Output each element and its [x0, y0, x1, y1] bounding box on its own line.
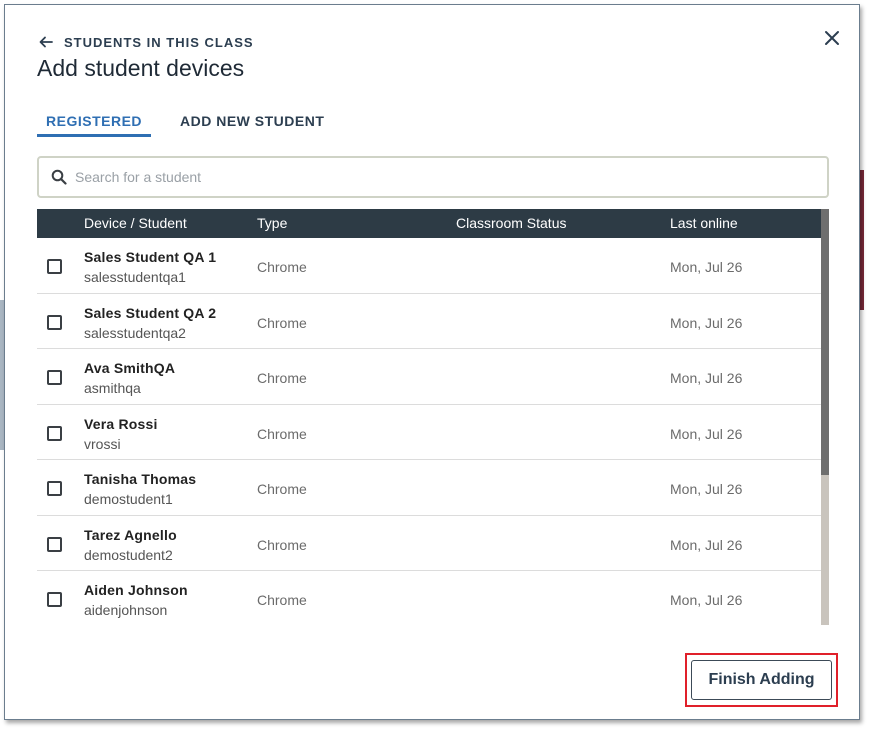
- back-link-label: STUDENTS IN THIS CLASS: [64, 34, 254, 50]
- device-type: Chrome: [257, 592, 307, 608]
- students-table: Device / Student Type Classroom Status L…: [37, 209, 829, 625]
- student-name: Aiden Johnson: [84, 582, 188, 598]
- table-row[interactable]: Aiden Johnson aidenjohnson Chrome Mon, J…: [37, 571, 821, 625]
- row-checkbox[interactable]: [47, 259, 62, 274]
- column-header-classroom-status: Classroom Status: [456, 215, 567, 231]
- table-row[interactable]: Ava SmithQA asmithqa Chrome Mon, Jul 26: [37, 349, 821, 405]
- add-student-devices-dialog: STUDENTS IN THIS CLASS Add student devic…: [4, 4, 860, 720]
- device-type: Chrome: [257, 370, 307, 386]
- table-header: Device / Student Type Classroom Status L…: [37, 209, 821, 238]
- last-online: Mon, Jul 26: [670, 481, 743, 497]
- scrollbar-thumb[interactable]: [821, 209, 829, 475]
- table-row[interactable]: Tanisha Thomas demostudent1 Chrome Mon, …: [37, 460, 821, 516]
- table-row[interactable]: Vera Rossi vrossi Chrome Mon, Jul 26: [37, 405, 821, 460]
- student-name: Sales Student QA 2: [84, 304, 217, 321]
- device-type: Chrome: [257, 481, 307, 497]
- student-name: Tanisha Thomas: [84, 471, 197, 487]
- tab-add-new-student[interactable]: ADD NEW STUDENT: [171, 109, 333, 137]
- arrow-left-icon: [39, 35, 53, 49]
- last-online: Mon, Jul 26: [670, 259, 743, 275]
- table-scrollbar[interactable]: [821, 209, 829, 625]
- tab-registered[interactable]: REGISTERED: [37, 109, 152, 137]
- dialog-title: Add student devices: [37, 55, 245, 81]
- student-username: asmithqa: [84, 380, 141, 396]
- column-header-device-student: Device / Student: [84, 215, 187, 231]
- last-online: Mon, Jul 26: [670, 370, 743, 386]
- table-row[interactable]: Tarez Agnello demostudent2 Chrome Mon, J…: [37, 516, 821, 571]
- student-name: Sales Student QA 1: [84, 249, 217, 265]
- table-row[interactable]: Sales Student QA 2 salesstudentqa2 Chrom…: [37, 294, 821, 349]
- student-username: salesstudentqa1: [84, 269, 186, 285]
- last-online: Mon, Jul 26: [670, 536, 743, 553]
- student-name: Vera Rossi: [84, 415, 158, 432]
- device-type: Chrome: [257, 425, 307, 442]
- student-username: demostudent2: [84, 546, 173, 563]
- back-to-students-link[interactable]: STUDENTS IN THIS CLASS: [39, 32, 254, 52]
- last-online: Mon, Jul 26: [670, 425, 743, 442]
- finish-adding-button[interactable]: Finish Adding: [691, 660, 832, 700]
- search-box: [37, 156, 829, 198]
- close-button[interactable]: [819, 25, 845, 51]
- student-username: salesstudentqa2: [84, 324, 186, 341]
- table-body: Sales Student QA 1 salesstudentqa1 Chrom…: [37, 238, 821, 625]
- last-online: Mon, Jul 26: [670, 314, 743, 331]
- column-header-type: Type: [257, 215, 288, 231]
- search-input[interactable]: [75, 169, 827, 185]
- last-online: Mon, Jul 26: [670, 592, 743, 608]
- device-type: Chrome: [257, 259, 307, 275]
- row-checkbox[interactable]: [47, 592, 62, 607]
- student-name: Ava SmithQA: [84, 360, 176, 376]
- column-header-last-online: Last online: [670, 215, 738, 231]
- row-checkbox[interactable]: [47, 370, 62, 385]
- row-checkbox[interactable]: [47, 425, 62, 441]
- student-username: aidenjohnson: [84, 602, 168, 618]
- device-type: Chrome: [257, 536, 307, 553]
- row-checkbox[interactable]: [47, 481, 62, 496]
- close-icon: [825, 31, 839, 45]
- table-row[interactable]: Sales Student QA 1 salesstudentqa1 Chrom…: [37, 238, 821, 294]
- search-icon: [51, 169, 67, 185]
- device-type: Chrome: [257, 314, 307, 331]
- student-name: Tarez Agnello: [84, 526, 177, 543]
- row-checkbox[interactable]: [47, 314, 62, 330]
- student-username: demostudent1: [84, 491, 173, 507]
- tab-bar: REGISTERED ADD NEW STUDENT: [37, 109, 333, 137]
- student-username: vrossi: [84, 435, 121, 452]
- row-checkbox[interactable]: [47, 536, 62, 552]
